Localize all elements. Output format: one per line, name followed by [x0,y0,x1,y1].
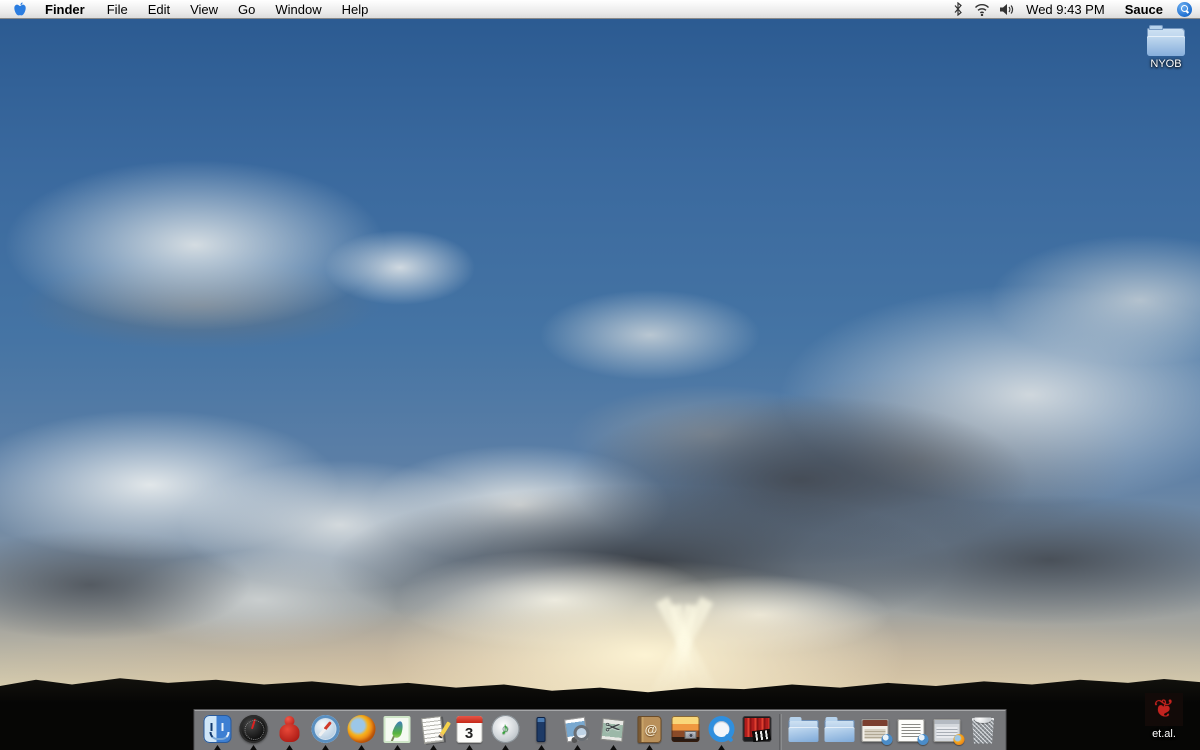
running-indicator [465,745,473,750]
dock-item-finder[interactable] [201,714,234,750]
dashboard-icon [239,715,267,743]
running-indicator [213,745,221,750]
dock-item-quinn[interactable] [525,714,558,750]
minimized-window-icon [933,719,965,745]
menu-go[interactable]: Go [228,0,265,19]
desktop-icon-etal[interactable]: ❦ et.al. [1136,693,1192,740]
itunes-icon: ♪ [491,715,519,743]
user-menu[interactable]: Sauce [1117,2,1171,17]
safari-icon [311,715,339,743]
dock-item-preview[interactable] [561,714,594,750]
finder-icon [203,715,231,743]
dock-item-firefox[interactable] [345,714,378,750]
menu-edit[interactable]: Edit [138,0,180,19]
dock-item-quicktime[interactable] [705,714,738,750]
quinn-tetris-icon [536,716,546,742]
at-sign-glyph: @ [644,721,658,737]
running-indicator [501,745,509,750]
running-indicator [393,745,401,750]
dock-item-dashboard[interactable] [237,714,270,750]
menu-bar: Finder File Edit View Go Window Help Wed… [0,0,1200,19]
red-figure-app-icon [278,716,300,742]
menu-clock[interactable]: Wed 9:43 PM [1020,2,1113,17]
minimized-window-icon [861,719,893,745]
dvd-player-icon [742,716,772,742]
running-indicator [285,745,293,750]
dock-item-folder-1[interactable] [787,714,820,750]
address-book-icon: @ [637,715,661,743]
running-indicator [537,745,545,750]
dock-item-trash[interactable] [967,714,1000,750]
menu-file[interactable]: File [97,0,138,19]
ical-icon: 3 [456,715,482,743]
safari-badge-icon [881,734,893,745]
red-ornament-icon: ❦ [1145,693,1183,726]
running-indicator [717,745,725,750]
running-indicator [429,745,437,750]
running-indicator [321,745,329,750]
bluetooth-icon[interactable] [948,1,968,17]
texshop-feather-icon [383,715,411,743]
desktop[interactable]: Finder File Edit View Go Window Help Wed… [0,0,1200,750]
running-indicator [573,745,581,750]
desktop-icon-nyob[interactable]: NYOB [1138,25,1194,70]
running-indicator [357,745,365,750]
apple-logo-icon [14,1,27,17]
dock-item-ical[interactable]: 3 [453,714,486,750]
dock-item-iphoto[interactable] [669,714,702,750]
dock-separator [779,714,781,750]
trash-full-icon [972,717,994,744]
dock-item-textedit[interactable] [417,714,450,750]
quicktime-icon [708,716,734,742]
ical-day-number: 3 [464,724,474,742]
desktop-icon-label: NYOB [1150,58,1182,70]
menu-view[interactable]: View [180,0,228,19]
dock-item-red-app[interactable] [273,714,306,750]
menu-help[interactable]: Help [332,0,379,19]
folder-icon [1147,25,1185,56]
spotlight-icon[interactable] [1177,1,1192,17]
running-indicator [609,745,617,750]
folder-icon [788,717,818,742]
wifi-icon[interactable] [972,1,992,17]
volume-icon[interactable] [996,1,1016,17]
apple-menu[interactable] [0,1,37,17]
dock-item-dvd-player[interactable] [741,714,774,750]
minimized-window-icon [897,719,929,745]
grab-scissors-icon [599,715,627,743]
dock-item-minimized-safari-window[interactable] [859,714,893,750]
iphoto-icon [671,716,699,742]
desktop-icon-label: et.al. [1152,728,1176,740]
dock-item-minimized-document-window[interactable] [895,714,929,750]
dock-item-itunes[interactable]: ♪ [489,714,522,750]
menu-window[interactable]: Window [265,0,331,19]
folder-icon [824,717,854,742]
firefox-badge-icon [953,734,965,745]
running-indicator [249,745,257,750]
running-indicator [645,745,653,750]
dock-item-safari[interactable] [309,714,342,750]
dock-item-minimized-firefox-window[interactable] [931,714,965,750]
menu-finder[interactable]: Finder [37,0,97,19]
preview-icon [563,715,591,743]
desktop-wallpaper [0,0,1200,750]
dock-item-folder-2[interactable] [823,714,856,750]
music-note-glyph: ♪ [500,719,510,738]
dock-item-grab[interactable] [597,714,630,750]
dock: 3 ♪ @ [193,709,1007,750]
app-badge-icon [917,734,929,745]
dock-item-address-book[interactable]: @ [633,714,666,750]
firefox-icon [347,715,375,743]
dock-item-texshop[interactable] [381,714,414,750]
menu-bar-status-area: Wed 9:43 PM Sauce [948,1,1200,17]
textedit-icon [419,715,447,743]
